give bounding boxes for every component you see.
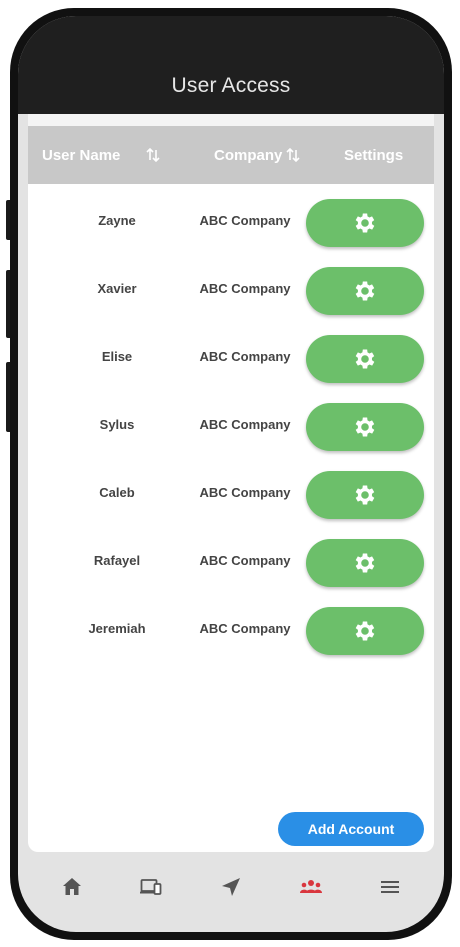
page-title: User Access <box>171 74 291 97</box>
company-cell: ABC Company <box>199 553 291 568</box>
nav-home[interactable] <box>52 867 92 907</box>
add-account-button[interactable]: Add Account <box>278 812 424 846</box>
sort-icon[interactable] <box>144 146 162 164</box>
user-name-cell: Jeremiah <box>88 621 146 636</box>
column-company[interactable]: Company <box>214 147 282 164</box>
nav-users[interactable] <box>291 867 331 907</box>
gear-icon <box>352 414 378 440</box>
phone-frame: User Access User Name Company Settings Z… <box>10 8 452 940</box>
company-cell: ABC Company <box>199 281 291 296</box>
nav-menu[interactable] <box>370 867 410 907</box>
settings-button[interactable] <box>306 267 424 315</box>
menu-icon <box>381 881 400 893</box>
user-name-cell: Rafayel <box>93 553 141 568</box>
nav-location[interactable] <box>211 867 251 907</box>
table-row: Jeremiah ABC Company <box>28 601 434 661</box>
column-settings: Settings <box>344 147 404 164</box>
users-icon <box>299 880 322 893</box>
table-row: Xavier ABC Company <box>28 261 434 321</box>
user-table-card: User Name Company Settings Zayne ABC Comp… <box>28 114 434 852</box>
card-top-strip <box>28 114 434 126</box>
app-header: User Access <box>18 16 444 114</box>
nav-devices[interactable] <box>131 867 171 907</box>
gear-icon <box>352 618 378 644</box>
settings-button[interactable] <box>306 607 424 655</box>
settings-button[interactable] <box>306 471 424 519</box>
gear-icon <box>352 550 378 576</box>
user-name-cell: Elise <box>101 349 133 364</box>
user-name-cell: Zayne <box>98 213 136 228</box>
user-name-cell: Sylus <box>99 417 135 432</box>
settings-button[interactable] <box>306 403 424 451</box>
table-row: Sylus ABC Company <box>28 397 434 457</box>
gear-icon <box>352 346 378 372</box>
table-row: Caleb ABC Company <box>28 465 434 525</box>
settings-button[interactable] <box>306 199 424 247</box>
settings-button[interactable] <box>306 539 424 587</box>
column-user-name[interactable]: User Name <box>42 147 120 164</box>
table-row: Rafayel ABC Company <box>28 533 434 593</box>
gear-icon <box>352 278 378 304</box>
company-cell: ABC Company <box>199 213 291 228</box>
home-icon <box>62 878 81 895</box>
devices-icon <box>140 879 162 895</box>
company-cell: ABC Company <box>199 417 291 432</box>
company-cell: ABC Company <box>199 485 291 500</box>
sort-icon[interactable] <box>284 146 302 164</box>
gear-icon <box>352 210 378 236</box>
phone-screen: User Access User Name Company Settings Z… <box>18 16 444 932</box>
company-cell: ABC Company <box>199 349 291 364</box>
bottom-nav <box>18 862 444 912</box>
user-name-cell: Xavier <box>97 281 137 296</box>
table-header: User Name Company Settings <box>28 126 434 184</box>
location-arrow-icon <box>221 878 240 896</box>
settings-button[interactable] <box>306 335 424 383</box>
company-cell: ABC Company <box>199 621 291 636</box>
user-name-cell: Caleb <box>99 485 135 500</box>
table-row: Elise ABC Company <box>28 329 434 389</box>
table-row: Zayne ABC Company <box>28 193 434 253</box>
gear-icon <box>352 482 378 508</box>
